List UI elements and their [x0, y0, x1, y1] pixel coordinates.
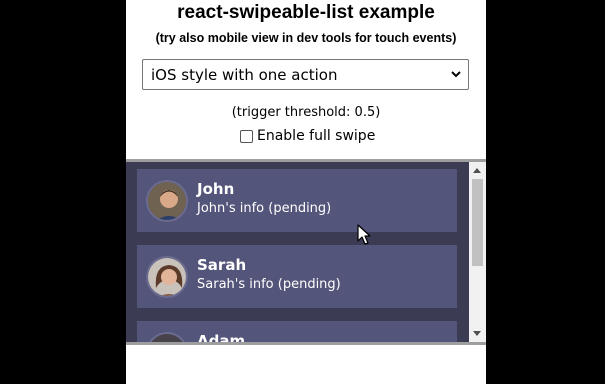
list-item-john[interactable]: John John's info (pending) [137, 169, 457, 232]
page-title: react-swipeable-list example [177, 2, 435, 23]
page-subtitle: (try also mobile view in dev tools for t… [155, 31, 457, 45]
mode-select[interactable]: iOS style with one action [142, 59, 469, 90]
right-black-bar [486, 0, 605, 384]
left-black-bar [0, 0, 126, 384]
sarah-avatar-icon [146, 256, 188, 298]
chevron-down-icon [451, 71, 461, 78]
scroll-down-icon[interactable] [473, 331, 481, 336]
item-info: Sarah's info (pending) [197, 277, 341, 292]
swipeable-list[interactable]: John John's info (pending) Sarah Sarah's… [126, 159, 486, 345]
scroll-up-icon[interactable] [473, 168, 481, 173]
item-name: Adam [197, 332, 246, 345]
full-swipe-label: Enable full swipe [257, 128, 376, 144]
mode-select-value: iOS style with one action [151, 66, 338, 84]
threshold-text: (trigger threshold: 0.5) [231, 105, 381, 120]
full-swipe-checkbox[interactable] [240, 130, 253, 143]
list-item-adam[interactable]: Adam [137, 321, 457, 345]
mouse-cursor-icon [357, 224, 371, 245]
item-name: Sarah [197, 256, 247, 274]
list-item-sarah[interactable]: Sarah Sarah's info (pending) [137, 245, 457, 308]
john-avatar-icon [146, 180, 188, 222]
adam-avatar-icon [146, 332, 188, 342]
item-name: John [197, 180, 235, 198]
list-scrollbar[interactable] [469, 162, 486, 342]
page: react-swipeable-list example (try also m… [126, 0, 486, 384]
scrollbar-thumb[interactable] [472, 179, 483, 266]
item-info: John's info (pending) [197, 201, 332, 216]
